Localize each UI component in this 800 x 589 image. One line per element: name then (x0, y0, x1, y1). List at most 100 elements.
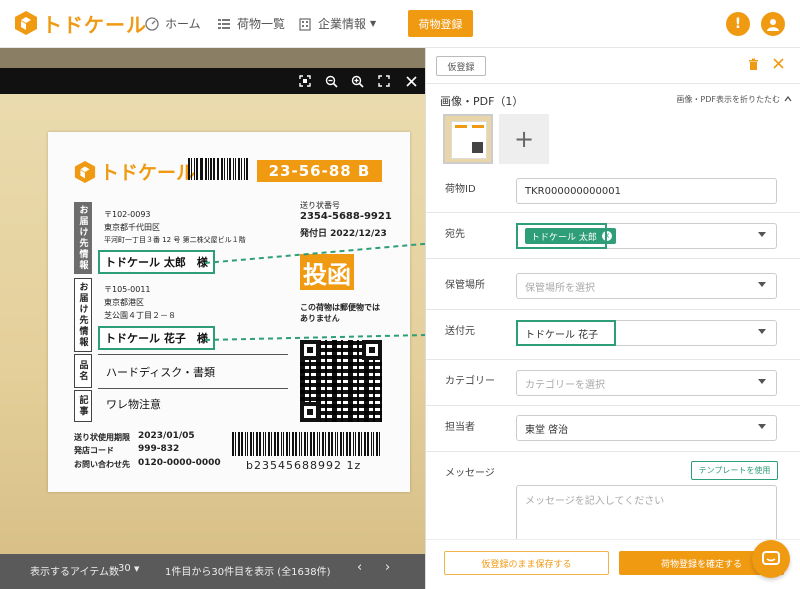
nav-parcels-label: 荷物一覧 (237, 17, 286, 31)
barcode-bar (282, 432, 284, 456)
owner-value: 東堂 啓治 (525, 424, 569, 436)
next-page-button[interactable]: › (385, 560, 390, 575)
barcode-bar (238, 158, 241, 180)
label-to-zip: 〒102-0093 (104, 210, 151, 219)
logo-mark-icon (15, 11, 37, 35)
label-item2: ワレ物注意 (106, 398, 161, 411)
app-logo[interactable]: トドケール (14, 9, 147, 37)
barcode-bar (286, 432, 289, 456)
barcode-bar (370, 432, 372, 456)
barcode-bar (307, 432, 308, 456)
barcode-bar (258, 432, 261, 456)
barcode-bar (241, 158, 242, 180)
label-expiry-label: 送り状使用期限 (74, 433, 130, 442)
register-parcel-button[interactable]: 荷物登録 (408, 10, 473, 37)
qr-corner (300, 402, 320, 422)
dropdown-caret-icon (758, 232, 766, 237)
barcode-bar (330, 432, 333, 456)
barcode-bar (376, 432, 379, 456)
label-logo-text: トドケール (100, 162, 196, 184)
label-contact-value: 0120-0000-0000 (138, 458, 221, 468)
alert-icon[interactable]: ! (726, 12, 750, 36)
chat-support-button[interactable] (752, 540, 790, 578)
label-tracking-label: 送り状番号 (300, 201, 340, 210)
barcode-bar (276, 432, 279, 456)
barcode-bar (233, 158, 234, 180)
barcode-bar (289, 432, 290, 456)
label-to-name: トドケール 太郎 様 (98, 250, 215, 274)
nav-parcels[interactable]: 荷物一覧 (217, 15, 285, 32)
dashboard-icon (145, 16, 159, 31)
save-as-draft-button[interactable]: 仮登録のまま保存する (444, 551, 609, 575)
recipient-highlight (516, 223, 607, 249)
barcode-bar (201, 158, 203, 180)
label-divider (98, 354, 288, 355)
barcode-bar (193, 158, 195, 180)
label-logo: トドケール (74, 158, 195, 185)
owner-select[interactable]: 東堂 啓治 (516, 415, 777, 441)
label-note-tab: 記事 (74, 390, 92, 422)
close-viewer-icon[interactable] (403, 73, 419, 89)
label-from-addr1: 東京都港区 (104, 298, 144, 307)
parcel-form-panel: 仮登録 画像・PDF（1） 画像・PDF表示を折りたたむ + 荷物ID TKR0… (425, 48, 800, 589)
items-per-page-select[interactable]: 30 (118, 563, 131, 574)
chat-icon (762, 551, 780, 565)
barcode-bar (262, 432, 264, 456)
label-notice2: ありません (300, 314, 340, 323)
label-ship-date: 発付日 2022/12/23 (300, 229, 387, 239)
divider (426, 83, 800, 84)
barcode-bar (354, 432, 356, 456)
draft-button[interactable]: 仮登録 (436, 56, 486, 76)
barcode-bar (235, 432, 236, 456)
category-placeholder: カテゴリーを選択 (525, 379, 605, 391)
top-nav: トドケール ホーム 荷物一覧 企業情報 ▼ 荷物登録 ! (0, 0, 800, 48)
fit-screen-icon[interactable] (297, 73, 313, 89)
label-qr-code (300, 340, 382, 422)
user-avatar-icon[interactable] (761, 12, 785, 36)
barcode-bar (256, 432, 258, 456)
label-barcode-small (188, 158, 250, 180)
use-template-button[interactable]: テンプレートを使用 (691, 461, 778, 480)
divider (426, 359, 800, 360)
nav-home[interactable]: ホーム (145, 15, 201, 32)
label-item1: ハードディスク・書類 (106, 366, 216, 379)
barcode-bar (334, 432, 336, 456)
parcel-id-field[interactable]: TKR000000000001 (516, 178, 777, 204)
barcode-bar (318, 432, 320, 456)
nav-company[interactable]: 企業情報 ▼ (298, 15, 376, 32)
storage-select[interactable]: 保管場所を選択 (516, 273, 777, 299)
zoom-in-icon[interactable] (349, 73, 365, 89)
pagination-bar: 表示するアイテム数 30 ▼ 1件目から30件目を表示 (全1638件) ‹ › (0, 554, 425, 589)
category-select[interactable]: カテゴリーを選択 (516, 370, 777, 396)
close-icon[interactable] (773, 58, 784, 73)
prev-page-button[interactable]: ‹ (357, 560, 362, 575)
barcode-bar (346, 432, 348, 456)
barcode-bar (240, 432, 243, 456)
barcode-bar (210, 158, 212, 180)
chevron-up-icon[interactable] (784, 96, 792, 102)
fullscreen-icon[interactable] (376, 73, 392, 89)
divider (426, 451, 800, 452)
barcode-bar (234, 158, 237, 180)
collapse-images-toggle[interactable]: 画像・PDF表示を折りたたむ (676, 94, 780, 105)
divider (426, 309, 800, 310)
field-label-owner: 担当者 (445, 422, 475, 433)
barcode-bar (336, 432, 338, 456)
barcode-bar (204, 158, 207, 180)
message-textarea[interactable]: メッセージを記入してください (516, 485, 777, 545)
image-thumbnail[interactable] (443, 114, 493, 164)
dropdown-caret-icon (758, 282, 766, 287)
barcode-bar (325, 432, 326, 456)
image-section-title: 画像・PDF（1） (440, 95, 524, 108)
trash-icon[interactable] (748, 58, 759, 74)
add-image-button[interactable]: + (499, 114, 549, 164)
barcode-bar (195, 158, 198, 180)
zoom-out-icon[interactable] (323, 73, 339, 89)
barcode-bar (352, 432, 354, 456)
barcode-bar (268, 432, 271, 456)
barcode-bar (207, 158, 209, 180)
barcode-bar (232, 432, 235, 456)
label-code: 23-56-88 B (257, 160, 382, 182)
barcode-bar (280, 432, 282, 456)
label-to-addr2: 平河町一丁目３番 12 号 第二株父屋ビル１階 (104, 236, 246, 244)
